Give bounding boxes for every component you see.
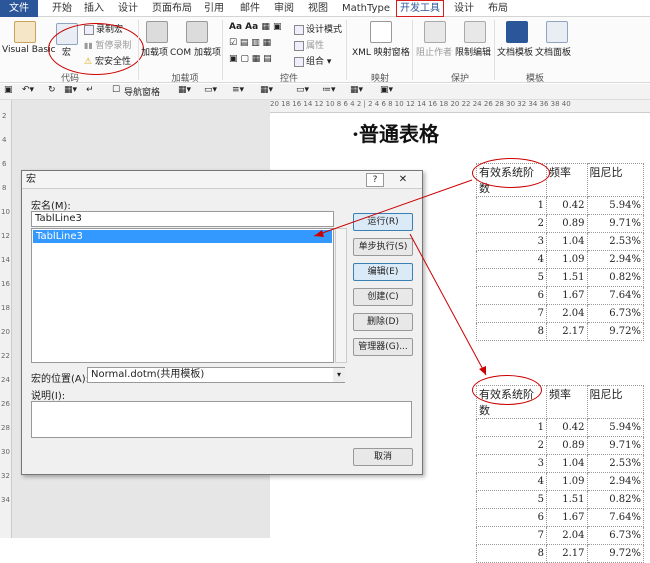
arrow-head — [314, 230, 324, 237]
cell: 8 — [476, 544, 547, 563]
cell: 9.72% — [586, 544, 645, 563]
cell: 2.17 — [546, 544, 588, 563]
arrow-head — [479, 366, 486, 375]
table-row: 8 2.17 9.72% — [476, 544, 645, 563]
arrow-line — [409, 233, 487, 376]
annotation-arrows — [313, 179, 487, 376]
arrow-line — [313, 179, 473, 237]
